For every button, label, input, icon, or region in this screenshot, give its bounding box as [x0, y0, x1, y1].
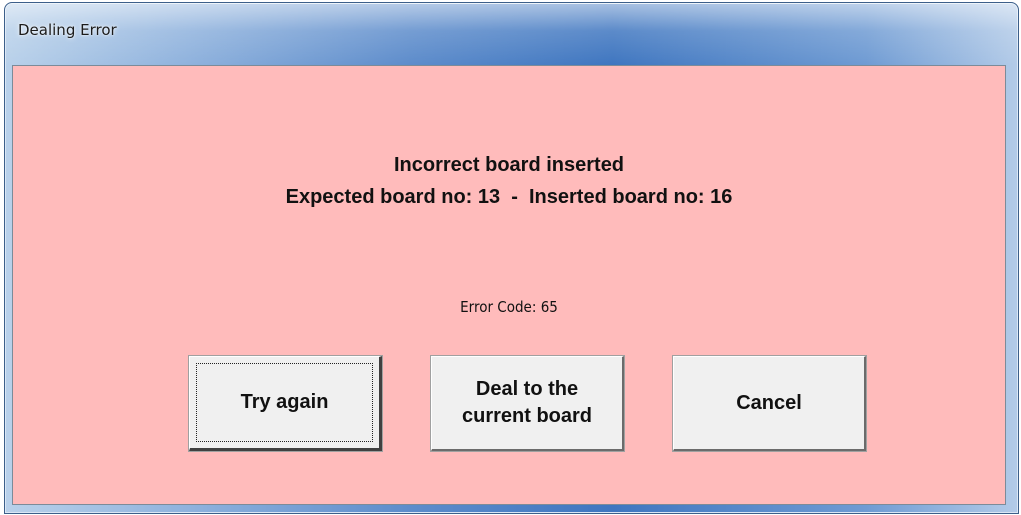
deal-current-board-button[interactable]: Deal to the current board [430, 355, 625, 452]
try-again-label: Try again [240, 391, 329, 413]
window-title: Dealing Error [18, 21, 117, 39]
error-message-detail: Expected board no: 13 - Inserted board n… [285, 186, 733, 208]
title-bar[interactable]: Dealing Error [5, 3, 1018, 65]
dialog-window: Dealing Error Incorrect board inserted E… [4, 2, 1019, 514]
cancel-label: Cancel [736, 391, 802, 414]
error-message-heading: Incorrect board inserted [393, 154, 625, 176]
error-code-label: Error Code: 65 [460, 298, 558, 316]
cancel-button[interactable]: Cancel [672, 355, 867, 452]
deal-current-board-label: Deal to the current board [461, 378, 593, 427]
try-again-button[interactable]: Try again [188, 355, 383, 452]
dialog-content: Incorrect board inserted Expected board … [12, 65, 1006, 505]
